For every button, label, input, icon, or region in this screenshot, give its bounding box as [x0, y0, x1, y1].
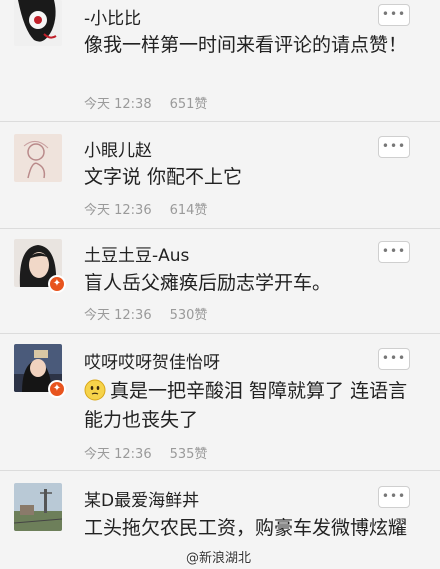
avatar[interactable] [14, 483, 62, 531]
comment-text: 工头拖欠农民工资，购豪车发微博炫耀 [84, 517, 408, 539]
comment-text: 文字说 你配不上它 [84, 166, 243, 188]
comment-time: 今天 12:36 [84, 447, 152, 462]
avatar[interactable] [14, 0, 62, 46]
more-options-button[interactable]: ••• [378, 348, 410, 370]
comment-item: -小比比 像我一样第一时间来看评论的请点赞！ 今天 12:38 651赞 ••• [0, 0, 440, 122]
verified-badge-icon: ✦ [48, 380, 66, 398]
comment-item: 小眼儿赵 文字说 你配不上它 今天 12:36 614赞 ••• [0, 122, 440, 228]
comment-likes[interactable]: 530赞 [170, 308, 208, 323]
comment-text: 真是一把辛酸泪 智障就算了 连语言能力也丧失了 [84, 377, 414, 435]
comment-author-name[interactable]: 土豆土豆-Aus [84, 241, 189, 266]
comment-author-name[interactable]: 某D最爱海鲜丼 [84, 486, 199, 511]
more-options-button[interactable]: ••• [378, 136, 410, 158]
comment-text-content: 真是一把辛酸泪 智障就算了 连语言能力也丧失了 [84, 380, 408, 431]
comment-likes[interactable]: 651赞 [170, 97, 208, 112]
watermark: @新浪湖北 [186, 551, 252, 566]
comment-item: ✦ 土豆土豆-Aus 盲人岳父瘫痪后励志学开车。 今天 12:36 530赞 ••… [0, 229, 440, 333]
comment-author-name[interactable]: 哎呀哎呀贺佳怡呀 [84, 348, 220, 373]
comment-meta: 今天 12:36 614赞 [84, 199, 207, 218]
comment-likes[interactable]: 614赞 [170, 203, 208, 218]
comment-meta: 今天 12:36 535赞 [84, 443, 207, 462]
more-options-button[interactable]: ••• [378, 4, 410, 26]
verified-badge-icon: ✦ [48, 275, 66, 293]
more-options-button[interactable]: ••• [378, 486, 410, 508]
comment-likes[interactable]: 535赞 [170, 447, 208, 462]
comment-text: 像我一样第一时间来看评论的请点赞！ [84, 34, 408, 56]
more-options-button[interactable]: ••• [378, 241, 410, 263]
comment-item: ✦ 哎呀哎呀贺佳怡呀 真是一把辛酸泪 智障就算了 连语言能力也丧失了 今天 12… [0, 334, 440, 470]
comment-meta: 今天 12:38 651赞 [84, 93, 207, 112]
emoji-face-icon [84, 379, 106, 401]
comment-list: -小比比 像我一样第一时间来看评论的请点赞！ 今天 12:38 651赞 ••• … [0, 0, 440, 569]
comment-meta: 今天 12:36 530赞 [84, 304, 207, 323]
comment-time: 今天 12:36 [84, 203, 152, 218]
avatar[interactable] [14, 134, 62, 182]
comment-time: 今天 12:36 [84, 308, 152, 323]
comment-author-name[interactable]: 小眼儿赵 [84, 136, 152, 161]
comment-text: 盲人岳父瘫痪后励志学开车。 [84, 272, 332, 294]
comment-author-name[interactable]: -小比比 [84, 4, 141, 29]
comment-time: 今天 12:38 [84, 97, 152, 112]
